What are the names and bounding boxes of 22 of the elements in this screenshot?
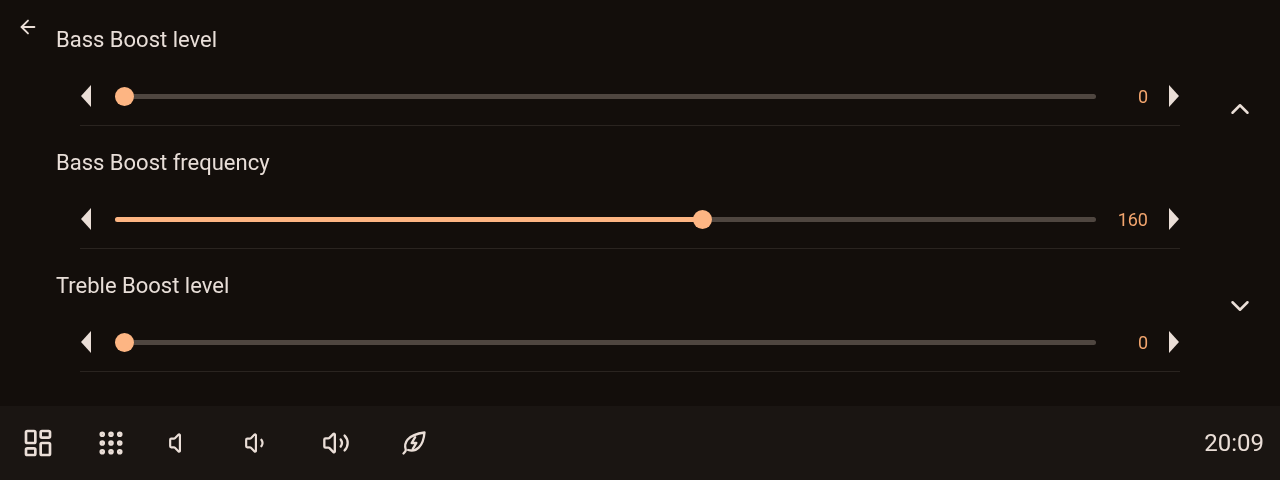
setting-title: Treble Boost level — [56, 272, 230, 300]
decrease-arrow-icon[interactable] — [79, 85, 92, 107]
slider-thumb[interactable] — [115, 332, 134, 352]
slider-thumb[interactable] — [692, 209, 712, 229]
increase-arrow-icon[interactable] — [1168, 85, 1180, 107]
clock: 20:09 — [1204, 428, 1264, 459]
slider-value: 0 — [1136, 84, 1148, 109]
slider-value: 0 — [1136, 330, 1148, 355]
increase-arrow-icon[interactable] — [1168, 208, 1180, 230]
decrease-arrow-icon[interactable] — [79, 208, 92, 230]
slider[interactable] — [115, 209, 1096, 229]
slider[interactable] — [115, 86, 1096, 106]
slider-thumb[interactable] — [115, 86, 134, 106]
increase-arrow-icon[interactable] — [1168, 331, 1180, 353]
setting-title: Bass Boost frequency — [56, 149, 270, 177]
leaf-bolt-icon[interactable] — [400, 429, 428, 457]
dashboard-icon[interactable] — [22, 427, 54, 459]
setting-title: Bass Boost level — [56, 26, 218, 54]
decrease-arrow-icon[interactable] — [79, 331, 92, 353]
slider[interactable] — [115, 332, 1096, 352]
app-grid-icon[interactable] — [96, 428, 126, 458]
slider-value: 160 — [1116, 207, 1148, 232]
